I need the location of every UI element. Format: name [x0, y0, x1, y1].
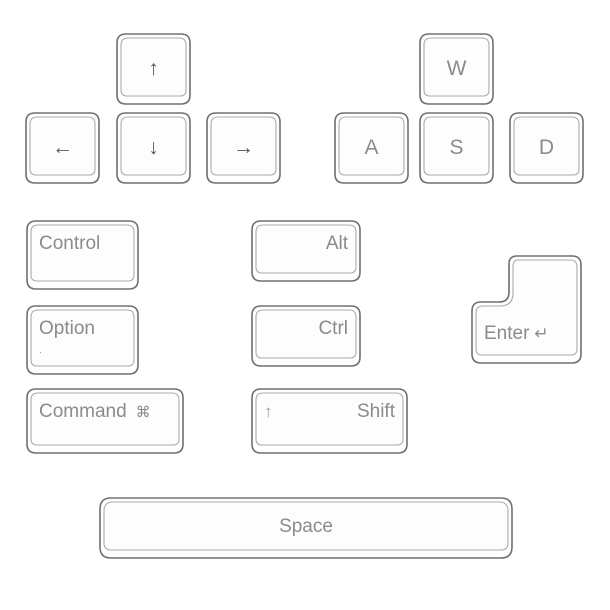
shift-key[interactable]: ↑ Shift — [251, 388, 408, 454]
keycap-shape — [99, 497, 513, 559]
up-arrow-key[interactable]: ↑ — [116, 33, 191, 105]
keycap-shape — [116, 112, 191, 184]
command-key[interactable]: Command ⌘ — [26, 388, 184, 454]
space-bar[interactable]: Space — [99, 497, 513, 559]
down-arrow-key[interactable]: ↓ — [116, 112, 191, 184]
keycap-shape — [509, 112, 584, 184]
w-key[interactable]: W — [419, 33, 494, 105]
keycap-shape — [25, 112, 100, 184]
keycap-shape — [26, 305, 139, 375]
keycap-shape — [251, 388, 408, 454]
control-key[interactable]: Control — [26, 220, 139, 290]
keycap-shape — [251, 220, 361, 282]
keycap-shape — [419, 112, 494, 184]
keycap-shape — [206, 112, 281, 184]
alt-key[interactable]: Alt — [251, 220, 361, 282]
keycap-shape — [419, 33, 494, 105]
left-arrow-key[interactable]: ← — [25, 112, 100, 184]
enter-key[interactable]: Enter ↵ — [471, 255, 583, 364]
right-arrow-key[interactable]: → — [206, 112, 281, 184]
keycap-shape — [251, 305, 361, 367]
keycap-shape — [116, 33, 191, 105]
keyboard-illustration: ↑ ← ↓ → W A S D Control Option · Command… — [0, 0, 610, 610]
keycap-shape — [334, 112, 409, 184]
option-key[interactable]: Option · — [26, 305, 139, 375]
a-key[interactable]: A — [334, 112, 409, 184]
s-key[interactable]: S — [419, 112, 494, 184]
keycap-shape — [26, 220, 139, 290]
ctrl-key[interactable]: Ctrl — [251, 305, 361, 367]
keycap-shape — [471, 255, 582, 364]
d-key[interactable]: D — [509, 112, 584, 184]
keycap-shape — [26, 388, 184, 454]
